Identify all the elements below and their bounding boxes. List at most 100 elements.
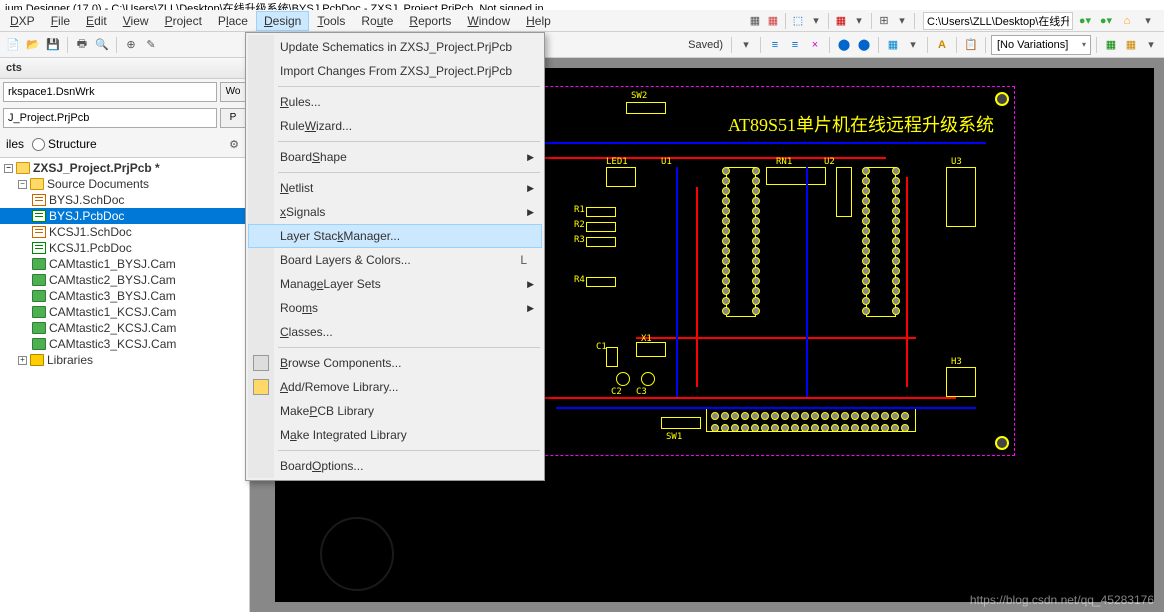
project-input[interactable]: [3, 108, 217, 128]
menu-file[interactable]: File: [43, 11, 78, 31]
cam-icon: [32, 322, 46, 334]
nav-icon[interactable]: ●▾: [1076, 12, 1094, 30]
tool-icon[interactable]: ▾: [893, 12, 911, 30]
tool-icon[interactable]: ≡: [786, 36, 804, 54]
menu-item[interactable]: Board Shape▶: [248, 145, 542, 169]
expand-icon[interactable]: +: [18, 356, 27, 365]
tool-icon[interactable]: ⊞: [875, 12, 893, 30]
menu-project[interactable]: Project: [157, 11, 210, 31]
menu-item[interactable]: xSignals▶: [248, 200, 542, 224]
tree-file[interactable]: BYSJ.PcbDoc: [0, 208, 249, 224]
align-icon[interactable]: ▦: [884, 36, 902, 54]
home-icon[interactable]: ⌂: [1118, 12, 1136, 30]
menu-item[interactable]: Board Layers & Colors...L: [248, 248, 542, 272]
open-icon[interactable]: 📂: [24, 36, 42, 54]
saved-label: Saved): [685, 39, 726, 51]
tree-file[interactable]: KCSJ1.SchDoc: [0, 224, 249, 240]
tree-folder[interactable]: + Libraries: [0, 352, 249, 368]
title-bar: ium Designer (17.0) - C:\Users\ZLL\Deskt…: [0, 0, 1164, 10]
tree-folder[interactable]: − Source Documents: [0, 176, 249, 192]
zoom-icon[interactable]: ⊕: [122, 36, 140, 54]
preview-icon[interactable]: 🔍: [93, 36, 111, 54]
toolbar: 📄 📂 💾 🖶 🔍 ⊕ ✎ Saved) ▾ ≡ ≡ × ⬤ ⬤ ▦ ▾ A 📋…: [0, 32, 1164, 58]
tree-root[interactable]: − ZXSJ_Project.PrjPcb *: [0, 160, 249, 176]
menu-item[interactable]: Rules...: [248, 90, 542, 114]
menu-item[interactable]: Rule Wizard...: [248, 114, 542, 138]
print-icon[interactable]: 🖶: [73, 36, 91, 54]
menu-item[interactable]: Make Integrated Library: [248, 423, 542, 447]
nav-icon[interactable]: ▾: [1139, 12, 1157, 30]
files-radio[interactable]: iles: [6, 137, 24, 151]
menu-edit[interactable]: Edit: [78, 11, 115, 31]
text-icon[interactable]: A: [933, 36, 951, 54]
tree-file[interactable]: CAMtastic1_KCSJ.Cam: [0, 304, 249, 320]
tool-icon[interactable]: ⬤: [835, 36, 853, 54]
workspace-input[interactable]: [3, 82, 217, 102]
menu-item[interactable]: Add/Remove Library...: [248, 375, 542, 399]
tree-file[interactable]: CAMtastic3_KCSJ.Cam: [0, 336, 249, 352]
tool-icon[interactable]: ⬚: [789, 12, 807, 30]
tool-icon[interactable]: ▦: [1102, 36, 1120, 54]
menu-tools[interactable]: Tools: [309, 11, 353, 31]
tool-icon[interactable]: ×: [806, 36, 824, 54]
tool-icon[interactable]: ▦: [1122, 36, 1140, 54]
menu-view[interactable]: View: [115, 11, 157, 31]
tool-icon[interactable]: ▾: [850, 12, 868, 30]
tree-file[interactable]: CAMtastic3_BYSJ.Cam: [0, 288, 249, 304]
menu-item[interactable]: Update Schematics in ZXSJ_Project.PrjPcb: [248, 35, 542, 59]
new-icon[interactable]: 📄: [4, 36, 22, 54]
comp-icon: [253, 355, 269, 371]
cam-icon: [32, 338, 46, 350]
sch-icon: [32, 226, 46, 238]
structure-radio[interactable]: Structure: [32, 137, 97, 151]
tool-icon[interactable]: ▦: [746, 12, 764, 30]
menu-reports[interactable]: Reports: [401, 11, 459, 31]
menu-route[interactable]: Route: [353, 11, 401, 31]
tool-icon[interactable]: ▾: [737, 36, 755, 54]
menu-help[interactable]: Help: [518, 11, 559, 31]
tool-icon[interactable]: ▦: [832, 12, 850, 30]
projects-panel: cts Wo P iles Structure ⚙ − ZXSJ_Project…: [0, 58, 250, 612]
tree-file[interactable]: BYSJ.SchDoc: [0, 192, 249, 208]
tool-icon[interactable]: ▾: [1142, 36, 1160, 54]
menu-design[interactable]: Design: [256, 11, 309, 31]
menu-item[interactable]: Rooms▶: [248, 296, 542, 320]
tree-file[interactable]: CAMtastic1_BYSJ.Cam: [0, 256, 249, 272]
project-btn[interactable]: P: [220, 108, 246, 128]
tree-file[interactable]: CAMtastic2_KCSJ.Cam: [0, 320, 249, 336]
cam-icon: [32, 258, 46, 270]
menu-item[interactable]: Manage Layer Sets▶: [248, 272, 542, 296]
tree-file[interactable]: KCSJ1.PcbDoc: [0, 240, 249, 256]
cam-icon: [32, 290, 46, 302]
pcb-title: AT89S51单片机在线远程升级系统: [728, 111, 994, 137]
menu-item[interactable]: Import Changes From ZXSJ_Project.PrjPcb: [248, 59, 542, 83]
cam-icon: [32, 274, 46, 286]
collapse-icon[interactable]: −: [18, 180, 27, 189]
panel-title: cts: [0, 58, 249, 79]
path-input[interactable]: [923, 12, 1073, 30]
tool-icon[interactable]: ⬤: [855, 36, 873, 54]
variations-combo[interactable]: [No Variations]: [991, 35, 1091, 55]
panel-opt-icon[interactable]: ⚙: [225, 135, 243, 153]
menu-item[interactable]: Netlist▶: [248, 176, 542, 200]
menu-item[interactable]: Layer Stack Manager...: [248, 224, 542, 248]
menu-item[interactable]: Board Options...: [248, 454, 542, 478]
menu-item[interactable]: Classes...: [248, 320, 542, 344]
menu-place[interactable]: Place: [210, 11, 256, 31]
save-icon[interactable]: 💾: [44, 36, 62, 54]
pcb-icon: [32, 210, 46, 222]
tool-icon[interactable]: 📋: [962, 36, 980, 54]
collapse-icon[interactable]: −: [4, 164, 13, 173]
nav-icon[interactable]: ●▾: [1097, 12, 1115, 30]
menu-window[interactable]: Window: [459, 11, 518, 31]
tool-icon[interactable]: ▦: [764, 12, 782, 30]
zoom-icon[interactable]: ✎: [142, 36, 160, 54]
tool-icon[interactable]: ≡: [766, 36, 784, 54]
menu-item[interactable]: Make PCB Library: [248, 399, 542, 423]
tool-icon[interactable]: ▾: [904, 36, 922, 54]
menu-item[interactable]: Browse Components...: [248, 351, 542, 375]
tree-file[interactable]: CAMtastic2_BYSJ.Cam: [0, 272, 249, 288]
workspace-btn[interactable]: Wo: [220, 82, 246, 102]
menu-dxp[interactable]: DXP: [2, 11, 43, 31]
tool-icon[interactable]: ▾: [807, 12, 825, 30]
